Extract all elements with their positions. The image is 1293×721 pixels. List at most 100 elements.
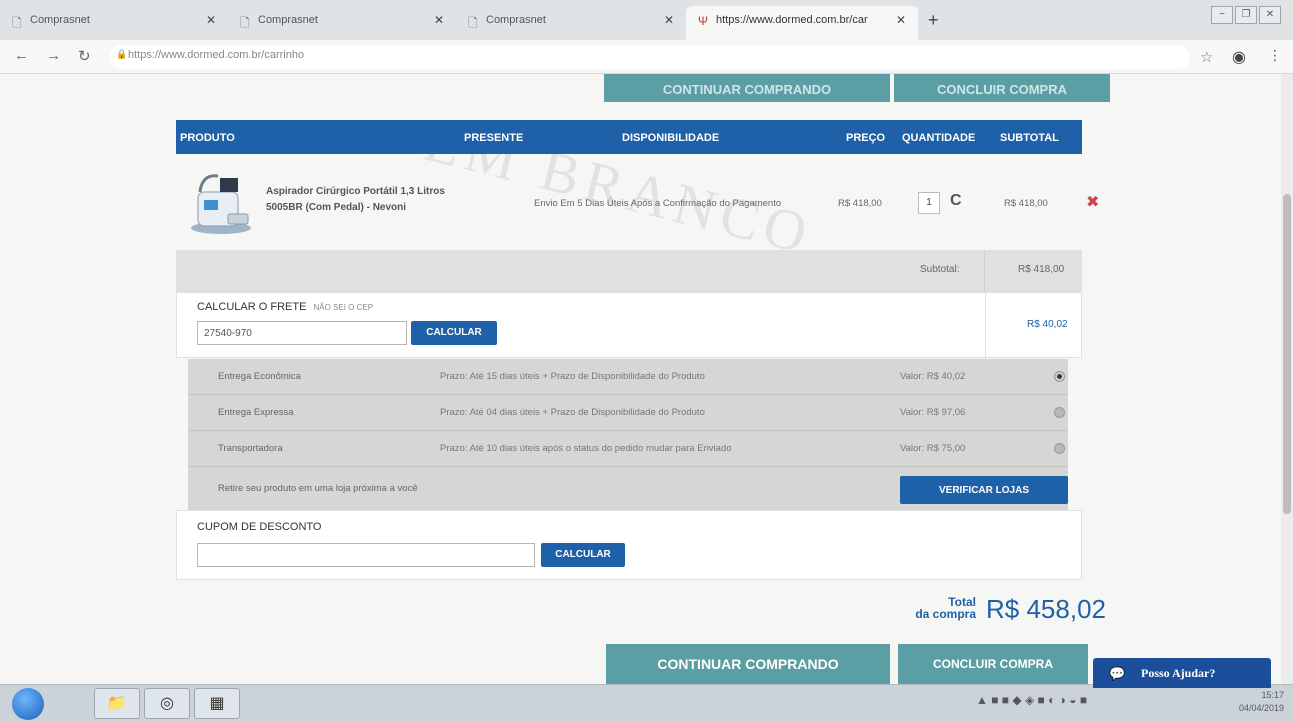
reload-icon[interactable]: ↻ (78, 47, 91, 65)
product-availability: Envio Em 5 Dias Úteis Após a Confirmação… (534, 198, 782, 209)
coupon-title: CUPOM DE DESCONTO (197, 521, 322, 533)
lock-icon: 🔒 (116, 49, 128, 59)
shipping-option-valor: Valor: R$ 40,02 (900, 371, 966, 382)
shipping-value: R$ 40,02 (1027, 319, 1068, 330)
divider (985, 293, 986, 357)
help-chat-button[interactable]: 💬 Posso Ajudar? (1093, 658, 1271, 688)
minimize-button[interactable]: − (1211, 6, 1233, 24)
clock-time: 15:17 (1261, 690, 1284, 700)
shipping-option-expressa[interactable]: Entrega Expressa Prazo: Até 04 dias útei… (188, 395, 1068, 431)
subtotal-value: R$ 418,00 (1018, 264, 1065, 275)
total-value: R$ 458,02 (986, 594, 1106, 624)
coupon-section: CUPOM DE DESCONTO CALCULAR (176, 510, 1082, 580)
continue-shopping-button[interactable]: CONTINUAR COMPRANDO (606, 644, 890, 684)
product-price: R$ 418,00 (838, 198, 882, 209)
checkout-button[interactable]: CONCLUIR COMPRA (898, 644, 1088, 684)
cart-page: EM BRANCO CONTINUAR COMPRANDO CONCLUIR C… (0, 74, 1281, 684)
verify-stores-button[interactable]: VERIFICAR LOJAS (900, 476, 1068, 504)
divider (984, 250, 985, 292)
close-window-button[interactable]: ✕ (1259, 6, 1281, 24)
shipping-radio[interactable] (1054, 371, 1065, 382)
spreadsheet-icon[interactable]: ▦ (194, 688, 240, 719)
page-icon: 🗋 (468, 16, 478, 30)
chat-bubble-icon: 💬 (1109, 666, 1126, 681)
help-chat-label: Posso Ajudar? (1141, 666, 1216, 680)
tab-strip: 🗋 Comprasnet ✕ 🗋 Comprasnet ✕ 🗋 Comprasn… (0, 0, 1293, 40)
account-icon[interactable]: ◉ (1232, 47, 1246, 67)
windows-taskbar: 📁 ◎ ▦ ▲ ■ ■ ◆ ◈ ■ ◐ ◑ ◒ ■ 15:17 04/04/20… (0, 684, 1293, 721)
header-quantidade: QUANTIDADE (902, 132, 976, 144)
tab-title: Comprasnet (258, 14, 318, 26)
total-label-bottom: da compra (915, 607, 976, 621)
quantity-input[interactable]: 1 (918, 192, 940, 214)
subtotal-bar: Subtotal: R$ 418,00 (176, 250, 1082, 292)
refresh-icon[interactable]: C (950, 192, 962, 210)
shipping-title-text: CALCULAR O FRETE (197, 301, 307, 313)
address-bar: ← → ↻ 🔒 https://www.dormed.com.br/carrin… (0, 40, 1293, 74)
window-controls: − ❐ ✕ (1211, 6, 1281, 24)
calculate-shipping-button[interactable]: CALCULAR (411, 321, 497, 345)
shipping-title: CALCULAR O FRETE NÃO SEI O CEP (197, 301, 373, 313)
unknown-cep-link[interactable]: NÃO SEI O CEP (313, 303, 373, 312)
back-icon[interactable]: ← (14, 47, 29, 64)
cep-input[interactable] (197, 321, 407, 345)
taskbar-clock[interactable]: 15:17 04/04/2019 (1232, 689, 1284, 715)
shipping-option-prazo: Prazo: Até 15 dias úteis + Prazo de Disp… (440, 371, 705, 382)
remove-item-icon[interactable]: ✖ (1086, 192, 1099, 212)
browser-tab-3[interactable]: 🗋 Comprasnet ✕ (456, 6, 686, 40)
file-explorer-icon[interactable]: 📁 (94, 688, 140, 719)
page-icon: 🗋 (12, 16, 22, 30)
coupon-input[interactable] (197, 543, 535, 567)
shipping-calculator: CALCULAR O FRETE NÃO SEI O CEP CALCULAR … (176, 292, 1082, 358)
shipping-option-economica[interactable]: Entrega Econômica Prazo: Até 15 dias úte… (188, 359, 1068, 395)
maximize-button[interactable]: ❐ (1235, 6, 1257, 24)
scrollbar-thumb[interactable] (1283, 194, 1291, 514)
header-subtotal: SUBTOTAL (1000, 132, 1059, 144)
cart-table-header: PRODUTO PRESENTE DISPONIBILIDADE PREÇO Q… (176, 120, 1082, 154)
system-tray-icons[interactable]: ▲ ■ ■ ◆ ◈ ■ ◐ ◑ ◒ ■ (976, 693, 1212, 713)
store-pickup-text: Retire seu produto em uma loja próxima a… (218, 483, 418, 494)
close-icon[interactable]: ✕ (664, 13, 674, 27)
forward-icon[interactable]: → (46, 47, 61, 64)
start-button-icon[interactable] (12, 688, 44, 720)
tab-title: https://www.dormed.com.br/car (716, 14, 868, 26)
new-tab-icon[interactable]: + (928, 10, 939, 31)
cart-item-row: Aspirador Cirúrgico Portátil 1,3 Litros … (176, 160, 1099, 250)
shipping-option-name: Entrega Expressa (218, 407, 294, 418)
shipping-option-name: Entrega Econômica (218, 371, 301, 382)
favicon-icon: Ψ (698, 14, 709, 28)
continue-shopping-top-button[interactable]: CONTINUAR COMPRANDO (604, 74, 890, 102)
bookmark-star-icon[interactable]: ☆ (1200, 48, 1213, 66)
browser-tab-4[interactable]: Ψ https://www.dormed.com.br/car ✕ (686, 6, 918, 40)
shipping-option-prazo: Prazo: Até 10 dias úteis após o status d… (440, 443, 732, 454)
header-presente: PRESENTE (464, 132, 524, 144)
header-preco: PREÇO (846, 132, 886, 144)
browser-tab-1[interactable]: 🗋 Comprasnet ✕ (0, 6, 228, 40)
subtotal-label: Subtotal: (920, 264, 960, 275)
browser-tab-2[interactable]: 🗋 Comprasnet ✕ (228, 6, 456, 40)
order-total: Total da compra R$ 458,02 (900, 592, 1114, 632)
tab-title: Comprasnet (30, 14, 90, 26)
close-icon[interactable]: ✕ (896, 13, 906, 27)
close-icon[interactable]: ✕ (434, 13, 444, 27)
header-disponibilidade: DISPONIBILIDADE (622, 132, 720, 144)
page-icon: 🗋 (240, 16, 250, 30)
close-icon[interactable]: ✕ (206, 13, 216, 27)
chrome-icon[interactable]: ◎ (144, 688, 190, 719)
shipping-radio[interactable] (1054, 443, 1065, 454)
shipping-radio[interactable] (1054, 407, 1065, 418)
product-name[interactable]: Aspirador Cirúrgico Portátil 1,3 Litros … (266, 184, 466, 216)
menu-dots-icon[interactable]: ⋮ (1268, 47, 1282, 64)
tab-title: Comprasnet (486, 14, 546, 26)
total-label: Total da compra (906, 596, 976, 620)
url-field[interactable]: 🔒 https://www.dormed.com.br/carrinho (110, 45, 1190, 69)
page-scrollbar[interactable] (1281, 74, 1293, 684)
shipping-option-prazo: Prazo: Até 04 dias úteis + Prazo de Disp… (440, 407, 705, 418)
header-produto: PRODUTO (180, 132, 235, 144)
shipping-options: Entrega Econômica Prazo: Até 15 dias úte… (188, 359, 1068, 511)
product-subtotal: R$ 418,00 (1004, 198, 1048, 209)
shipping-option-transportadora[interactable]: Transportadora Prazo: Até 10 dias úteis … (188, 431, 1068, 467)
calculate-coupon-button[interactable]: CALCULAR (541, 543, 625, 567)
checkout-top-button[interactable]: CONCLUIR COMPRA (894, 74, 1110, 102)
product-image[interactable] (188, 170, 254, 236)
